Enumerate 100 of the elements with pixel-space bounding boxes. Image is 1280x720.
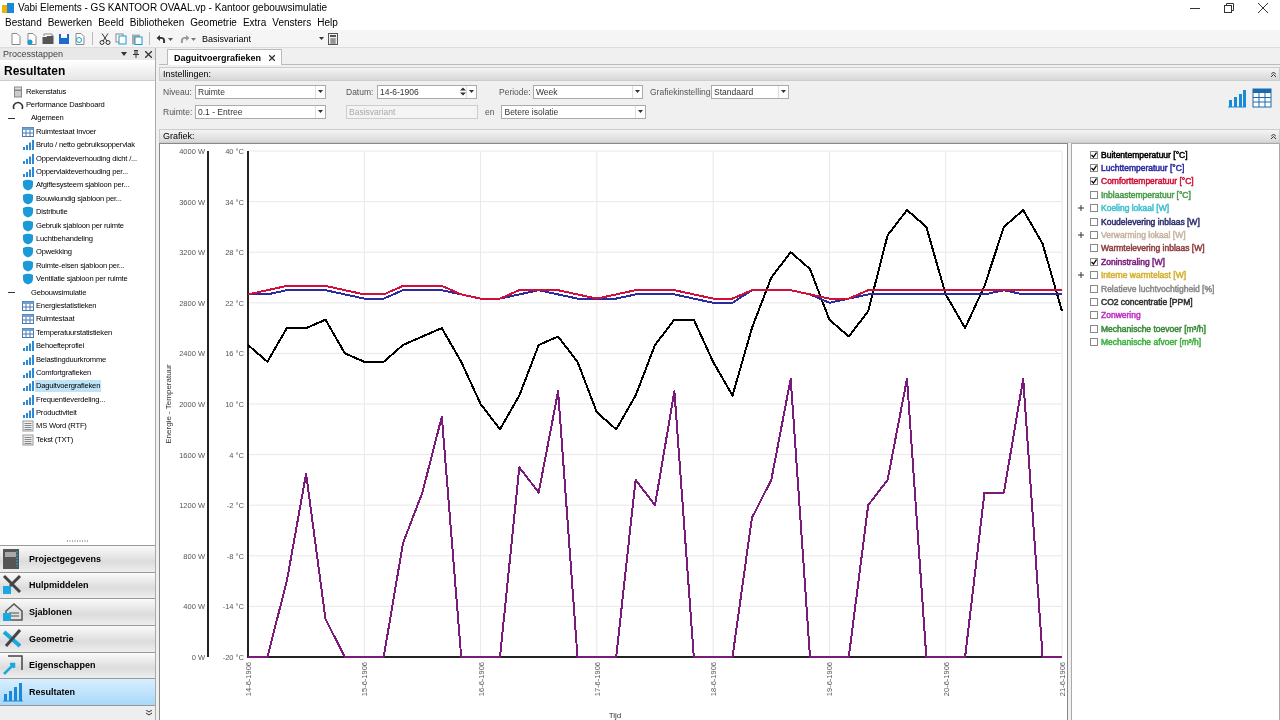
bar-chart-icon xyxy=(22,366,34,379)
dropdown-field[interactable]: Betere isolatie xyxy=(501,104,647,119)
nav-button[interactable]: Resultaten xyxy=(0,678,155,705)
cut-icon[interactable] xyxy=(99,32,111,45)
menu-item[interactable]: Bestand xyxy=(2,17,45,28)
legend-label: Zonwering xyxy=(1101,310,1141,321)
caret-icon xyxy=(635,90,640,93)
checkbox[interactable] xyxy=(1090,271,1098,280)
chart-view-icon[interactable] xyxy=(1227,88,1247,108)
legend-label: Luchttemperatuur [°C] xyxy=(1101,163,1185,174)
ruler-pencil-icon xyxy=(2,627,24,650)
nav-button[interactable]: Geometrie xyxy=(0,624,155,652)
shield-icon xyxy=(22,192,34,205)
checkbox[interactable] xyxy=(1090,338,1098,347)
collapse-icon[interactable] xyxy=(1271,71,1276,77)
bar-chart-icon xyxy=(2,681,24,704)
close-icon[interactable] xyxy=(1258,2,1268,13)
overflow-chevron-icon[interactable] xyxy=(146,710,152,717)
dropdown-field[interactable]: Ruimte xyxy=(195,84,326,99)
dropdown-field[interactable]: Standaard xyxy=(711,84,789,99)
checkbox[interactable] xyxy=(1090,257,1098,266)
legend-label: Comforttemperatuur [°C] xyxy=(1101,176,1194,187)
legend-label: Zoninstraling [W] xyxy=(1101,256,1165,267)
checkbox[interactable] xyxy=(1090,164,1098,173)
field-label: Niveau: xyxy=(163,86,193,97)
legend-label: Mechanische afvoer [m³/h] xyxy=(1101,337,1202,348)
variant-dropdown[interactable]: Basisvariant xyxy=(200,31,324,46)
checkbox[interactable] xyxy=(1090,298,1098,306)
splitter-grip-icon[interactable] xyxy=(66,539,89,542)
menu-item[interactable]: Bewerken xyxy=(44,17,96,28)
bar-chart-icon xyxy=(22,393,34,406)
calculator-icon[interactable] xyxy=(328,32,338,45)
menu-item[interactable]: Vensters xyxy=(269,17,315,28)
date-field[interactable]: 14-6-1906 xyxy=(377,84,477,99)
axis-title: Energie - Temperatuur xyxy=(164,364,173,444)
collapse-icon[interactable] xyxy=(1271,133,1276,139)
spinner-icon[interactable] xyxy=(460,87,466,96)
field-label: Datum: xyxy=(346,86,375,97)
dropdown-icon[interactable] xyxy=(121,52,127,56)
document-icon[interactable] xyxy=(74,32,86,45)
shield-icon xyxy=(22,206,34,219)
checkbox[interactable] xyxy=(1090,231,1098,240)
bar-chart-icon xyxy=(22,152,34,165)
section-heading: Resultaten xyxy=(0,62,155,81)
menu-item[interactable]: Help xyxy=(314,17,341,28)
axis-title: Tijd xyxy=(608,711,622,720)
close-icon[interactable] xyxy=(145,50,152,58)
checkbox[interactable] xyxy=(1090,217,1098,226)
dropdown-field[interactable]: Week xyxy=(533,84,643,99)
nav-button[interactable]: Projectgegevens xyxy=(0,544,155,572)
restore-icon[interactable] xyxy=(1224,2,1234,13)
menu-item[interactable]: Bibliotheken xyxy=(126,17,188,28)
menu-item[interactable]: Geometrie xyxy=(187,17,240,28)
section-header: Grafiek: xyxy=(163,131,196,141)
caret-icon xyxy=(318,110,323,113)
section-header: Instellingen: xyxy=(163,69,213,79)
undo-icon[interactable] xyxy=(156,32,174,45)
legend-label: CO2 concentratie [PPM] xyxy=(1101,297,1193,307)
table-view-icon[interactable] xyxy=(1252,88,1272,108)
checkbox[interactable] xyxy=(1090,177,1098,186)
pin-icon[interactable] xyxy=(133,50,139,58)
checkbox[interactable] xyxy=(1090,190,1098,199)
checkbox[interactable] xyxy=(1090,324,1098,333)
nav-button[interactable]: Sjablonen xyxy=(0,598,155,625)
close-icon[interactable] xyxy=(269,54,276,61)
caret-icon xyxy=(781,90,786,93)
window-title: Vabi Elements - GS KANTOOR OVAAL.vp - Kantoor gebouwsimulatie xyxy=(18,2,329,13)
checkbox[interactable] xyxy=(1090,284,1098,293)
legend-label: Inblaastemperatuur [°C] xyxy=(1101,189,1191,200)
menu-item[interactable]: Beeld xyxy=(95,17,127,28)
table-icon xyxy=(22,125,34,138)
plus-icon[interactable] xyxy=(1078,272,1084,279)
paste-icon[interactable] xyxy=(131,32,143,45)
tools-icon xyxy=(2,574,24,597)
bar-chart-icon xyxy=(22,340,34,353)
dropdown-field[interactable]: 0.1 - Entree xyxy=(195,104,326,119)
folder-icon[interactable] xyxy=(42,32,54,45)
document-icon xyxy=(22,433,34,446)
checkbox[interactable] xyxy=(1090,244,1098,253)
table-icon xyxy=(22,313,34,326)
plus-icon[interactable] xyxy=(1078,232,1084,239)
plus-icon[interactable] xyxy=(1078,205,1084,212)
caret-icon xyxy=(469,90,474,93)
nav-button[interactable]: Eigenschappen xyxy=(0,651,155,679)
checkbox[interactable] xyxy=(1090,150,1098,159)
checkbox[interactable] xyxy=(1090,311,1098,320)
house-icon xyxy=(2,601,24,624)
new-document-icon[interactable] xyxy=(10,32,22,45)
new-document-icon[interactable] xyxy=(26,32,38,45)
nav-button[interactable]: Hulpmiddelen xyxy=(0,571,155,599)
menu-item[interactable]: Extra xyxy=(239,17,270,28)
caret-icon xyxy=(638,110,644,113)
shield-icon xyxy=(22,259,34,272)
document-tab[interactable]: Daguitvoergrafieken xyxy=(167,49,283,65)
save-icon[interactable] xyxy=(58,32,70,45)
checkbox[interactable] xyxy=(1090,204,1098,213)
legend-label: Interne warmtelast [W] xyxy=(1101,270,1187,281)
legend-label: Koudelevering inblaas [W] xyxy=(1101,216,1200,227)
shield-icon xyxy=(22,246,34,259)
legend-label: Buitentemperatuur [°C] xyxy=(1101,149,1188,160)
